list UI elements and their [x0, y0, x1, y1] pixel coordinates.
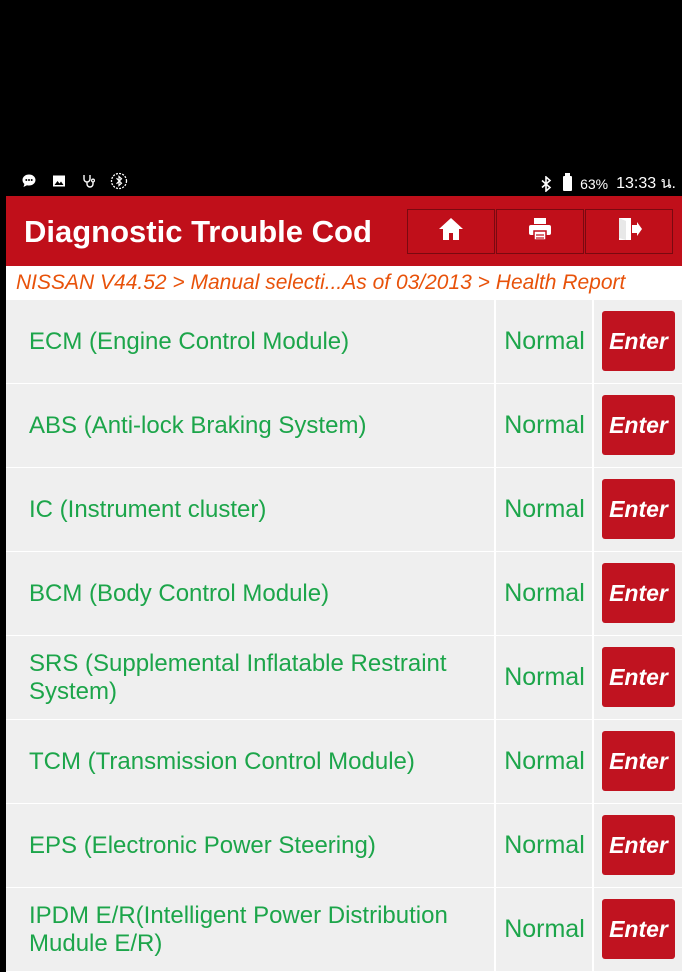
enter-button[interactable]: Enter [602, 647, 675, 707]
bluetooth-icon [537, 175, 555, 193]
enter-button[interactable]: Enter [602, 479, 675, 539]
system-status: Normal [494, 384, 593, 467]
enter-button[interactable]: Enter [602, 731, 675, 791]
print-button[interactable] [496, 209, 584, 254]
enter-button[interactable]: Enter [602, 899, 675, 959]
battery-icon [563, 173, 573, 191]
system-status: Normal [494, 720, 593, 803]
system-status: Normal [494, 804, 593, 887]
system-status: Normal [494, 468, 593, 551]
status-left-icons [20, 172, 128, 190]
home-icon [437, 216, 465, 247]
table-row: ECM (Engine Control Module) Normal Enter [6, 300, 682, 384]
enter-button[interactable]: Enter [602, 815, 675, 875]
system-status: Normal [494, 636, 593, 719]
breadcrumb: NISSAN V44.52 > Manual selecti...As of 0… [6, 266, 682, 300]
status-bar: 63% 13:33 น. [6, 164, 682, 198]
system-status: Normal [494, 300, 593, 383]
action-cell: Enter [592, 720, 682, 803]
system-list: ECM (Engine Control Module) Normal Enter AB… [6, 300, 682, 972]
action-cell: Enter [592, 300, 682, 383]
image-icon [50, 172, 68, 190]
chat-icon [20, 172, 38, 190]
title-bar: Diagnostic Trouble Cod [6, 196, 682, 266]
table-row: EPS (Electronic Power Steering) Normal Ent… [6, 804, 682, 888]
enter-button[interactable]: Enter [602, 311, 675, 371]
system-status: Normal [494, 888, 593, 971]
system-name: IPDM E/R(Intelligent Power Distribution … [6, 888, 492, 971]
table-row: TCM (Transmission Control Module) Normal E… [6, 720, 682, 804]
exit-icon [615, 216, 643, 247]
exit-button[interactable] [585, 209, 673, 254]
enter-button[interactable]: Enter [602, 395, 675, 455]
action-cell: Enter [592, 552, 682, 635]
clock: 13:33 น. [616, 175, 676, 192]
table-row: IPDM E/R(Intelligent Power Distribution … [6, 888, 682, 972]
system-name: SRS (Supplemental Inflatable Restraint S… [6, 636, 492, 719]
system-name: ABS (Anti-lock Braking System) [6, 384, 492, 467]
table-row: BCM (Body Control Module) Normal Enter [6, 552, 682, 636]
bluetooth-circle-icon [110, 172, 128, 190]
system-name: ECM (Engine Control Module) [6, 300, 492, 383]
table-row: IC (Instrument cluster) Normal Enter [6, 468, 682, 552]
action-cell: Enter [592, 888, 682, 971]
battery-percent: 63% [580, 175, 609, 192]
stethoscope-icon [80, 172, 98, 190]
action-cell: Enter [592, 636, 682, 719]
action-cell: Enter [592, 804, 682, 887]
system-name: EPS (Electronic Power Steering) [6, 804, 492, 887]
system-name: TCM (Transmission Control Module) [6, 720, 492, 803]
enter-button[interactable]: Enter [602, 563, 675, 623]
home-button[interactable] [407, 209, 495, 254]
table-row: SRS (Supplemental Inflatable Restraint S… [6, 636, 682, 720]
system-name: IC (Instrument cluster) [6, 468, 492, 551]
system-name: BCM (Body Control Module) [6, 552, 492, 635]
status-right: 63% 13:33 น. [537, 171, 676, 196]
top-black-area [6, 0, 682, 164]
printer-icon [526, 216, 554, 247]
page-title: Diagnostic Trouble Cod [24, 214, 372, 249]
action-cell: Enter [592, 384, 682, 467]
app-screen: 63% 13:33 น. Diagnostic Trouble Cod NISS… [6, 164, 682, 972]
action-cell: Enter [592, 468, 682, 551]
system-status: Normal [494, 552, 593, 635]
table-row: ABS (Anti-lock Braking System) Normal Ente… [6, 384, 682, 468]
